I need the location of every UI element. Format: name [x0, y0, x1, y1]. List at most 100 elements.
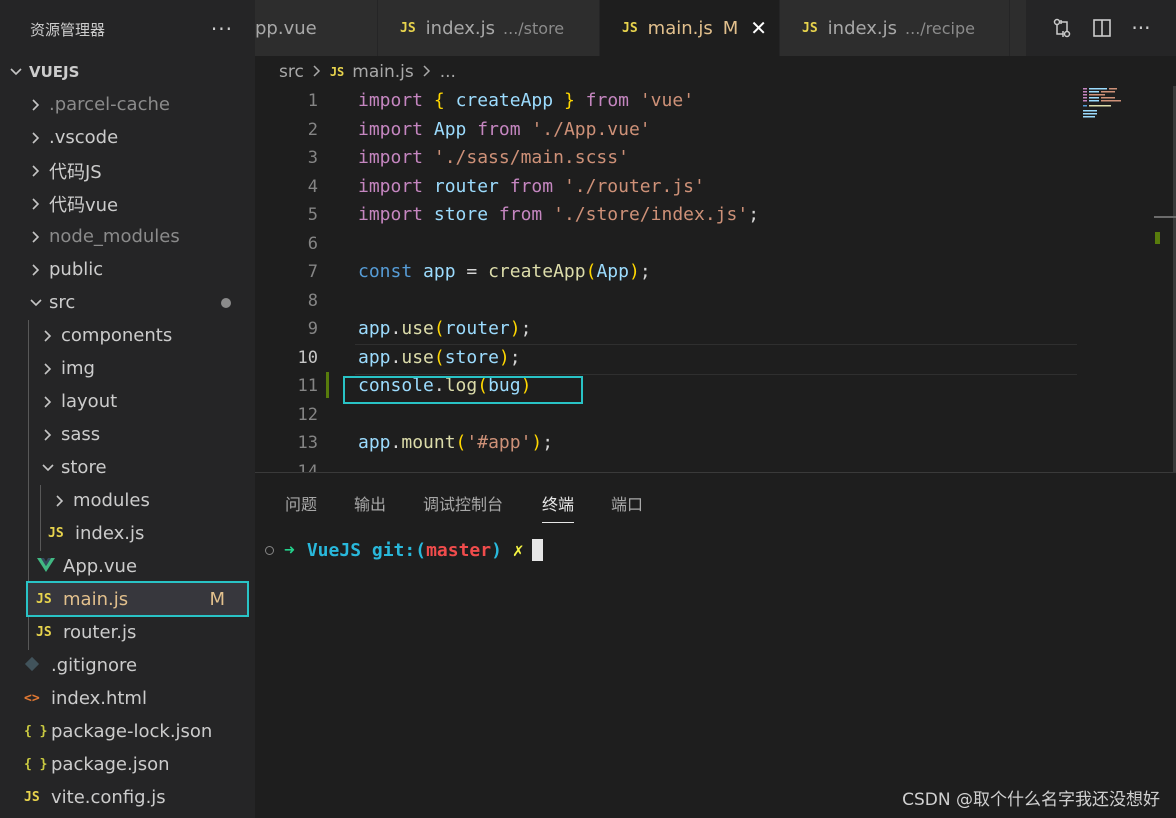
modified-badge: M [722, 17, 739, 39]
code-editor[interactable]: 1 2 3 4 5 6 7 8 9 10 11 12 13 14 import … [255, 86, 1176, 472]
js-file-icon: JS [24, 790, 40, 805]
tree-file-gitignore[interactable]: .gitignore [0, 649, 255, 682]
chevron-right-icon [312, 62, 322, 82]
tree-folder-sass[interactable]: sass [0, 418, 255, 451]
tab-store-index-js[interactable]: JS index.js .../store [378, 0, 600, 56]
terminal-cursor [531, 539, 543, 561]
tree-item-label: sass [61, 424, 101, 445]
chevron-right-icon [26, 164, 46, 178]
js-file-icon: JS [622, 20, 638, 36]
code-line[interactable]: app.use(store); [358, 347, 521, 368]
tree-item-label: 代码JS [49, 161, 102, 183]
code-line[interactable]: const app = createApp(App); [358, 261, 651, 282]
more-actions-icon[interactable]: ··· [211, 17, 233, 41]
tree-item-label: main.js [63, 588, 129, 610]
chevron-right-icon [38, 362, 58, 376]
breadcrumb-folder[interactable]: src [279, 62, 304, 82]
code-line[interactable]: import store from './store/index.js'; [358, 204, 759, 225]
explorer-sidebar: 资源管理器 ··· VUEJS .parcel-cache .vscode 代码… [0, 0, 255, 818]
tree-item-label: components [61, 325, 173, 346]
explorer-header: 资源管理器 ··· [0, 0, 255, 58]
tab-debug-console[interactable]: 调试控制台 [423, 491, 503, 515]
tab-ports[interactable]: 端口 [611, 491, 643, 515]
tab-label: main.js [647, 17, 713, 39]
tab-terminal[interactable]: 终端 [542, 491, 575, 523]
tree-folder-src[interactable]: src [0, 286, 255, 319]
tree-file-app-vue[interactable]: App.vue [0, 550, 255, 583]
split-editor-icon[interactable] [1092, 18, 1112, 38]
editor-tab-bar: pp.vue JS index.js .../store JS main.js … [255, 0, 1176, 56]
tab-problems[interactable]: 问题 [285, 491, 317, 515]
breadcrumb-symbols[interactable]: ... [440, 62, 456, 82]
tree-item-label: .gitignore [51, 655, 138, 676]
code-line[interactable]: import App from './App.vue' [358, 119, 651, 140]
tree-item-label: modules [73, 490, 150, 511]
chevron-down-icon [38, 461, 58, 475]
code-line[interactable]: import { createApp } from 'vue' [358, 90, 694, 111]
prompt-dirty-icon: ✗ [512, 539, 524, 561]
tree-folder-layout[interactable]: layout [0, 385, 255, 418]
tree-folder-node-modules[interactable]: node_modules [0, 220, 255, 253]
tree-folder-parcel-cache[interactable]: .parcel-cache [0, 88, 255, 121]
source-control-compare-icon[interactable] [1051, 17, 1073, 39]
js-file-icon: JS [400, 20, 416, 36]
line-number: 3 [307, 148, 318, 168]
line-number: 9 [307, 319, 318, 339]
tree-file-store-index-js[interactable]: JS index.js [0, 517, 255, 550]
line-number: 12 [297, 405, 318, 425]
tree-folder-public[interactable]: public [0, 253, 255, 286]
more-actions-icon[interactable]: ··· [1131, 16, 1150, 40]
modified-badge: M [209, 588, 225, 610]
tree-item-label: package.json [51, 754, 170, 775]
tab-label: pp.vue [255, 17, 317, 39]
chevron-right-icon [26, 98, 46, 112]
js-file-icon: JS [329, 65, 345, 79]
tree-item-label: public [49, 259, 104, 280]
tree-folder-modules[interactable]: modules [0, 484, 255, 517]
tab-recipe-index-js[interactable]: JS index.js .../recipe [780, 0, 1010, 56]
breadcrumb: src JS main.js ... [279, 58, 456, 86]
minimap[interactable] [1081, 86, 1141, 126]
close-icon[interactable]: ✕ [750, 16, 767, 40]
line-number: 2 [307, 120, 318, 140]
tree-file-package-json[interactable]: { } package.json [0, 748, 255, 781]
tree-root-vuejs[interactable]: VUEJS [0, 55, 255, 88]
tab-app-vue[interactable]: pp.vue [255, 0, 378, 56]
tab-output[interactable]: 输出 [354, 491, 386, 515]
tab-label: index.js [827, 17, 898, 39]
tree-item-label: router.js [63, 622, 137, 643]
bottom-panel: 问题 输出 调试控制台 终端 端口 ➜ VueJS git: ( master … [255, 472, 1176, 818]
js-file-icon: JS [48, 526, 64, 541]
chevron-right-icon [38, 395, 58, 409]
prompt-git-label: git: [371, 539, 416, 561]
tree-folder-vscode[interactable]: .vscode [0, 121, 255, 154]
prompt-directory: VueJS [306, 539, 362, 561]
json-file-icon: { } [24, 724, 48, 739]
tab-label: index.js [425, 17, 496, 39]
tree-file-main-js[interactable]: JS main.js M [26, 581, 249, 617]
tree-item-label: App.vue [63, 556, 138, 577]
js-file-icon: JS [36, 591, 52, 607]
tree-file-router-js[interactable]: JS router.js [0, 616, 255, 649]
code-line[interactable]: import './sass/main.scss' [358, 147, 629, 168]
tree-folder-code-vue[interactable]: 代码vue [0, 187, 255, 220]
editor-actions: ··· [1026, 0, 1176, 56]
terminal-prompt[interactable]: ➜ VueJS git: ( master ) ✗ [265, 539, 543, 561]
git-added-gutter-mark [326, 372, 329, 398]
breadcrumb-file[interactable]: main.js [352, 62, 413, 82]
tree-item-label: package-lock.json [51, 721, 213, 742]
tree-file-vite-config-js[interactable]: JS vite.config.js [0, 781, 255, 814]
tree-folder-img[interactable]: img [0, 352, 255, 385]
code-line[interactable]: import router from './router.js' [358, 176, 705, 197]
tree-folder-store[interactable]: store [0, 451, 255, 484]
tree-file-package-lock-json[interactable]: { } package-lock.json [0, 715, 255, 748]
line-number: 8 [307, 291, 318, 311]
code-line[interactable]: app.mount('#app'); [358, 432, 553, 453]
prompt-branch: master [426, 539, 492, 561]
tab-main-js[interactable]: JS main.js M ✕ [600, 0, 780, 56]
code-line[interactable]: app.use(router); [358, 318, 531, 339]
tree-folder-components[interactable]: components [0, 319, 255, 352]
tree-file-index-html[interactable]: <> index.html [0, 682, 255, 715]
bug-highlight-box [343, 376, 583, 404]
tree-folder-code-js[interactable]: 代码JS [0, 154, 255, 187]
